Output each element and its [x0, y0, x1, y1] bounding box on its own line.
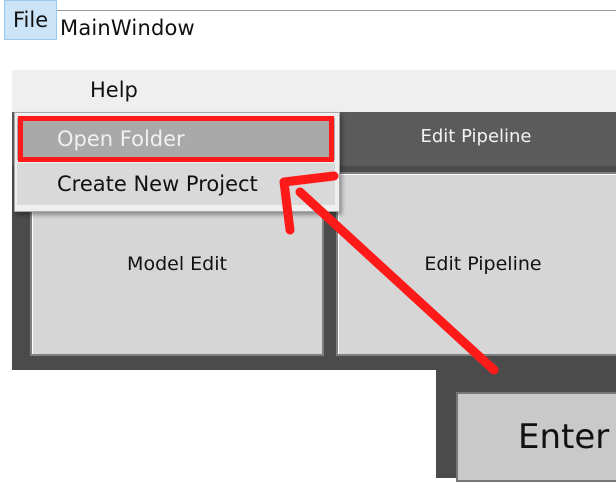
enter-button[interactable]: Enter: [456, 392, 616, 482]
text-area[interactable]: [12, 370, 436, 478]
menu-item-create-new-project[interactable]: Create New Project: [17, 163, 335, 205]
annotation-highlight-box: [18, 116, 334, 162]
edit-pipeline-button[interactable]: Edit Pipeline: [336, 172, 616, 356]
window-left-edge: [0, 0, 10, 478]
window-title: MainWindow: [60, 16, 195, 40]
tab-edit-pipeline[interactable]: Edit Pipeline: [336, 122, 616, 152]
menu-help[interactable]: Help: [82, 70, 146, 110]
menu-file[interactable]: File: [4, 0, 58, 40]
